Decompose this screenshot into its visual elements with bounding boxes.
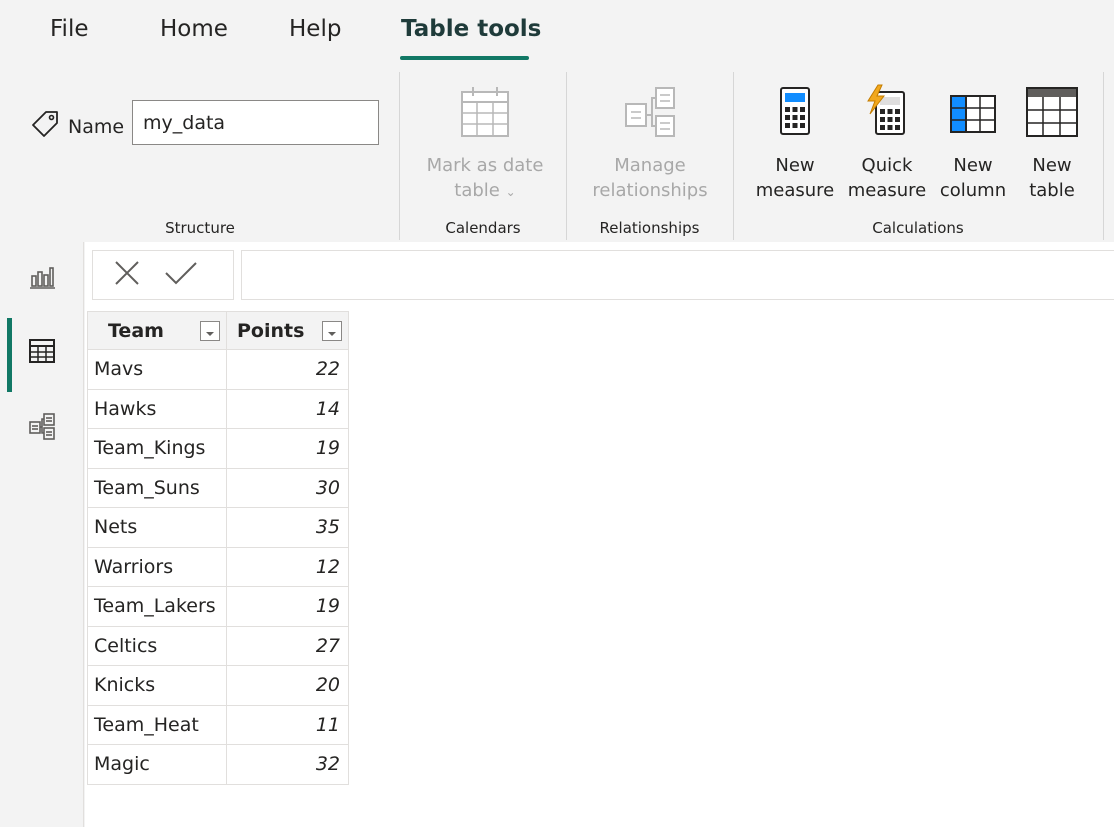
team-cell[interactable]: Team_Heat xyxy=(87,704,227,745)
table-view-button[interactable] xyxy=(24,335,60,371)
table-row: Team_Suns 30 xyxy=(87,467,349,508)
new-measure-button[interactable]: New measure xyxy=(748,84,842,203)
team-cell[interactable]: Warriors xyxy=(87,546,227,587)
new-column-label-2: column xyxy=(939,180,1007,201)
points-cell[interactable]: 19 xyxy=(226,428,349,469)
quick-measure-label-2: measure xyxy=(847,180,927,201)
new-table-icon xyxy=(1016,84,1088,147)
team-cell[interactable]: Team_Kings xyxy=(87,428,227,469)
new-table-label-2: table xyxy=(1029,180,1075,201)
menu-bar: File Home Help Table tools xyxy=(0,0,1114,66)
column-header-points[interactable]: Points xyxy=(226,311,349,350)
team-cell[interactable]: Mavs xyxy=(87,349,227,390)
group-label-calculations: Calculations xyxy=(872,219,964,237)
tab-home[interactable]: Home xyxy=(160,16,228,42)
points-cell[interactable]: 30 xyxy=(226,467,349,508)
points-cell[interactable]: 27 xyxy=(226,625,349,666)
cancel-formula-button[interactable] xyxy=(111,257,143,293)
table-row: Hawks 14 xyxy=(87,388,349,429)
new-column-button[interactable]: New column xyxy=(930,84,1016,203)
quick-measure-label-1: Quick xyxy=(861,155,913,176)
calculator-icon xyxy=(748,84,842,147)
active-view-indicator xyxy=(7,318,12,392)
team-cell[interactable]: Magic xyxy=(87,744,227,785)
mark-as-date-label-2: table ⌄ xyxy=(454,180,516,201)
points-cell[interactable]: 35 xyxy=(226,507,349,548)
ribbon-divider xyxy=(399,72,400,240)
report-view-icon xyxy=(28,262,56,294)
team-cell[interactable]: Nets xyxy=(87,507,227,548)
table-name-input[interactable] xyxy=(132,100,379,145)
report-view-button[interactable] xyxy=(24,260,60,296)
column-header-label: Team xyxy=(108,319,164,342)
formula-actions xyxy=(92,250,234,300)
column-header-label: Points xyxy=(237,319,305,342)
view-rail xyxy=(0,242,84,827)
table-row: Warriors 12 xyxy=(87,546,349,587)
commit-formula-button[interactable] xyxy=(163,257,199,293)
quick-measure-button[interactable]: Quick measure xyxy=(836,84,938,203)
points-cell[interactable]: 20 xyxy=(226,665,349,706)
column-header-team[interactable]: Team xyxy=(87,311,227,350)
table-row: Team_Kings 19 xyxy=(87,428,349,469)
table-row: Team_Lakers 19 xyxy=(87,586,349,627)
group-label-calendars: Calendars xyxy=(445,219,521,237)
calendar-table-icon xyxy=(410,84,560,147)
table-row: Knicks 20 xyxy=(87,665,349,706)
manage-relationships-icon xyxy=(572,84,728,147)
manage-label-2: relationships xyxy=(592,180,708,201)
table-row: Team_Heat 11 xyxy=(87,704,349,745)
new-table-label-1: New xyxy=(1032,155,1072,176)
group-label-structure: Structure xyxy=(165,219,235,237)
team-cell[interactable]: Hawks xyxy=(87,388,227,429)
new-column-icon xyxy=(930,84,1016,147)
active-tab-indicator xyxy=(400,56,529,60)
new-table-button[interactable]: New table xyxy=(1016,84,1088,203)
data-table: Team Points Mavs 22 Hawks 14 Team_Kings 19 … xyxy=(87,311,349,785)
points-cell[interactable]: 12 xyxy=(226,546,349,587)
tag-icon xyxy=(30,109,60,143)
table-row: Magic 32 xyxy=(87,744,349,785)
filter-dropdown-button[interactable] xyxy=(200,320,220,342)
chevron-down-icon: ⌄ xyxy=(505,185,516,199)
tab-table-tools[interactable]: Table tools xyxy=(401,16,541,42)
name-label: Name xyxy=(68,116,125,138)
team-cell[interactable]: Team_Suns xyxy=(87,467,227,508)
group-label-relationships: Relationships xyxy=(599,219,700,237)
manage-label-1: Manage xyxy=(614,155,686,176)
points-cell[interactable]: 11 xyxy=(226,704,349,745)
checkmark-icon xyxy=(163,262,199,293)
chevron-down-icon xyxy=(205,320,215,342)
quick-measure-icon xyxy=(836,84,938,147)
chevron-down-icon xyxy=(327,320,337,342)
mark-as-date-table-button[interactable]: Mark as date table ⌄ xyxy=(410,84,560,205)
team-cell[interactable]: Celtics xyxy=(87,625,227,666)
ribbon-divider xyxy=(733,72,734,240)
new-measure-label-2: measure xyxy=(755,180,835,201)
team-cell[interactable]: Knicks xyxy=(87,665,227,706)
table-view-icon xyxy=(27,336,57,370)
table-row: Nets 35 xyxy=(87,507,349,548)
points-cell[interactable]: 32 xyxy=(226,744,349,785)
formula-input[interactable] xyxy=(241,250,1114,300)
ribbon-divider xyxy=(1103,72,1104,240)
close-icon xyxy=(111,261,143,293)
tab-help[interactable]: Help xyxy=(289,16,341,42)
points-cell[interactable]: 19 xyxy=(226,586,349,627)
new-column-label-1: New xyxy=(953,155,993,176)
team-cell[interactable]: Team_Lakers xyxy=(87,586,227,627)
points-cell[interactable]: 22 xyxy=(226,349,349,390)
model-view-button[interactable] xyxy=(24,410,60,446)
mark-as-date-label-1: Mark as date xyxy=(426,155,544,176)
table-row: Mavs 22 xyxy=(87,349,349,390)
manage-relationships-button[interactable]: Manage relationships xyxy=(572,84,728,203)
filter-dropdown-button[interactable] xyxy=(322,320,342,342)
ribbon-divider xyxy=(566,72,567,240)
points-cell[interactable]: 14 xyxy=(226,388,349,429)
tab-file[interactable]: File xyxy=(50,16,89,42)
table-row: Celtics 27 xyxy=(87,625,349,666)
new-measure-label-1: New xyxy=(775,155,815,176)
model-view-icon xyxy=(27,411,57,445)
